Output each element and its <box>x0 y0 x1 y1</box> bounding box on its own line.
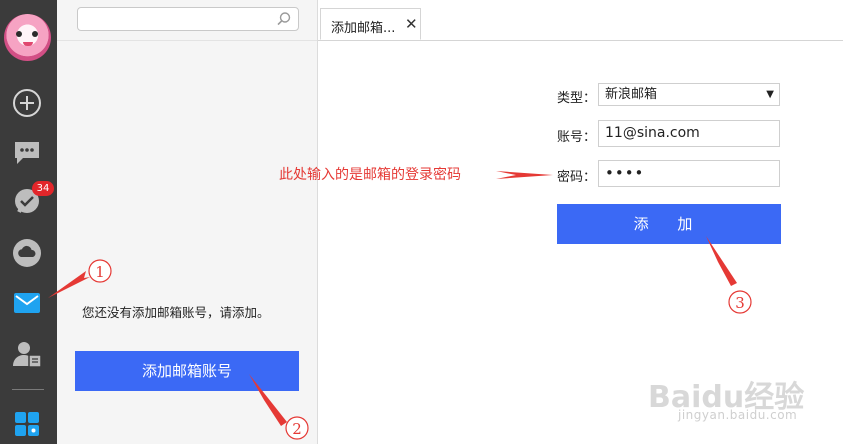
step-1-number: 1 <box>95 263 105 281</box>
step-2-number: 2 <box>292 420 302 438</box>
baidu-watermark-url: jingyan.baidu.com <box>678 408 798 422</box>
arrow-step-2 <box>249 374 287 426</box>
step-3-number: 3 <box>735 294 745 312</box>
arrow-step-1 <box>48 271 90 298</box>
arrow-step-3 <box>706 236 737 286</box>
arrow-to-password <box>496 171 553 179</box>
